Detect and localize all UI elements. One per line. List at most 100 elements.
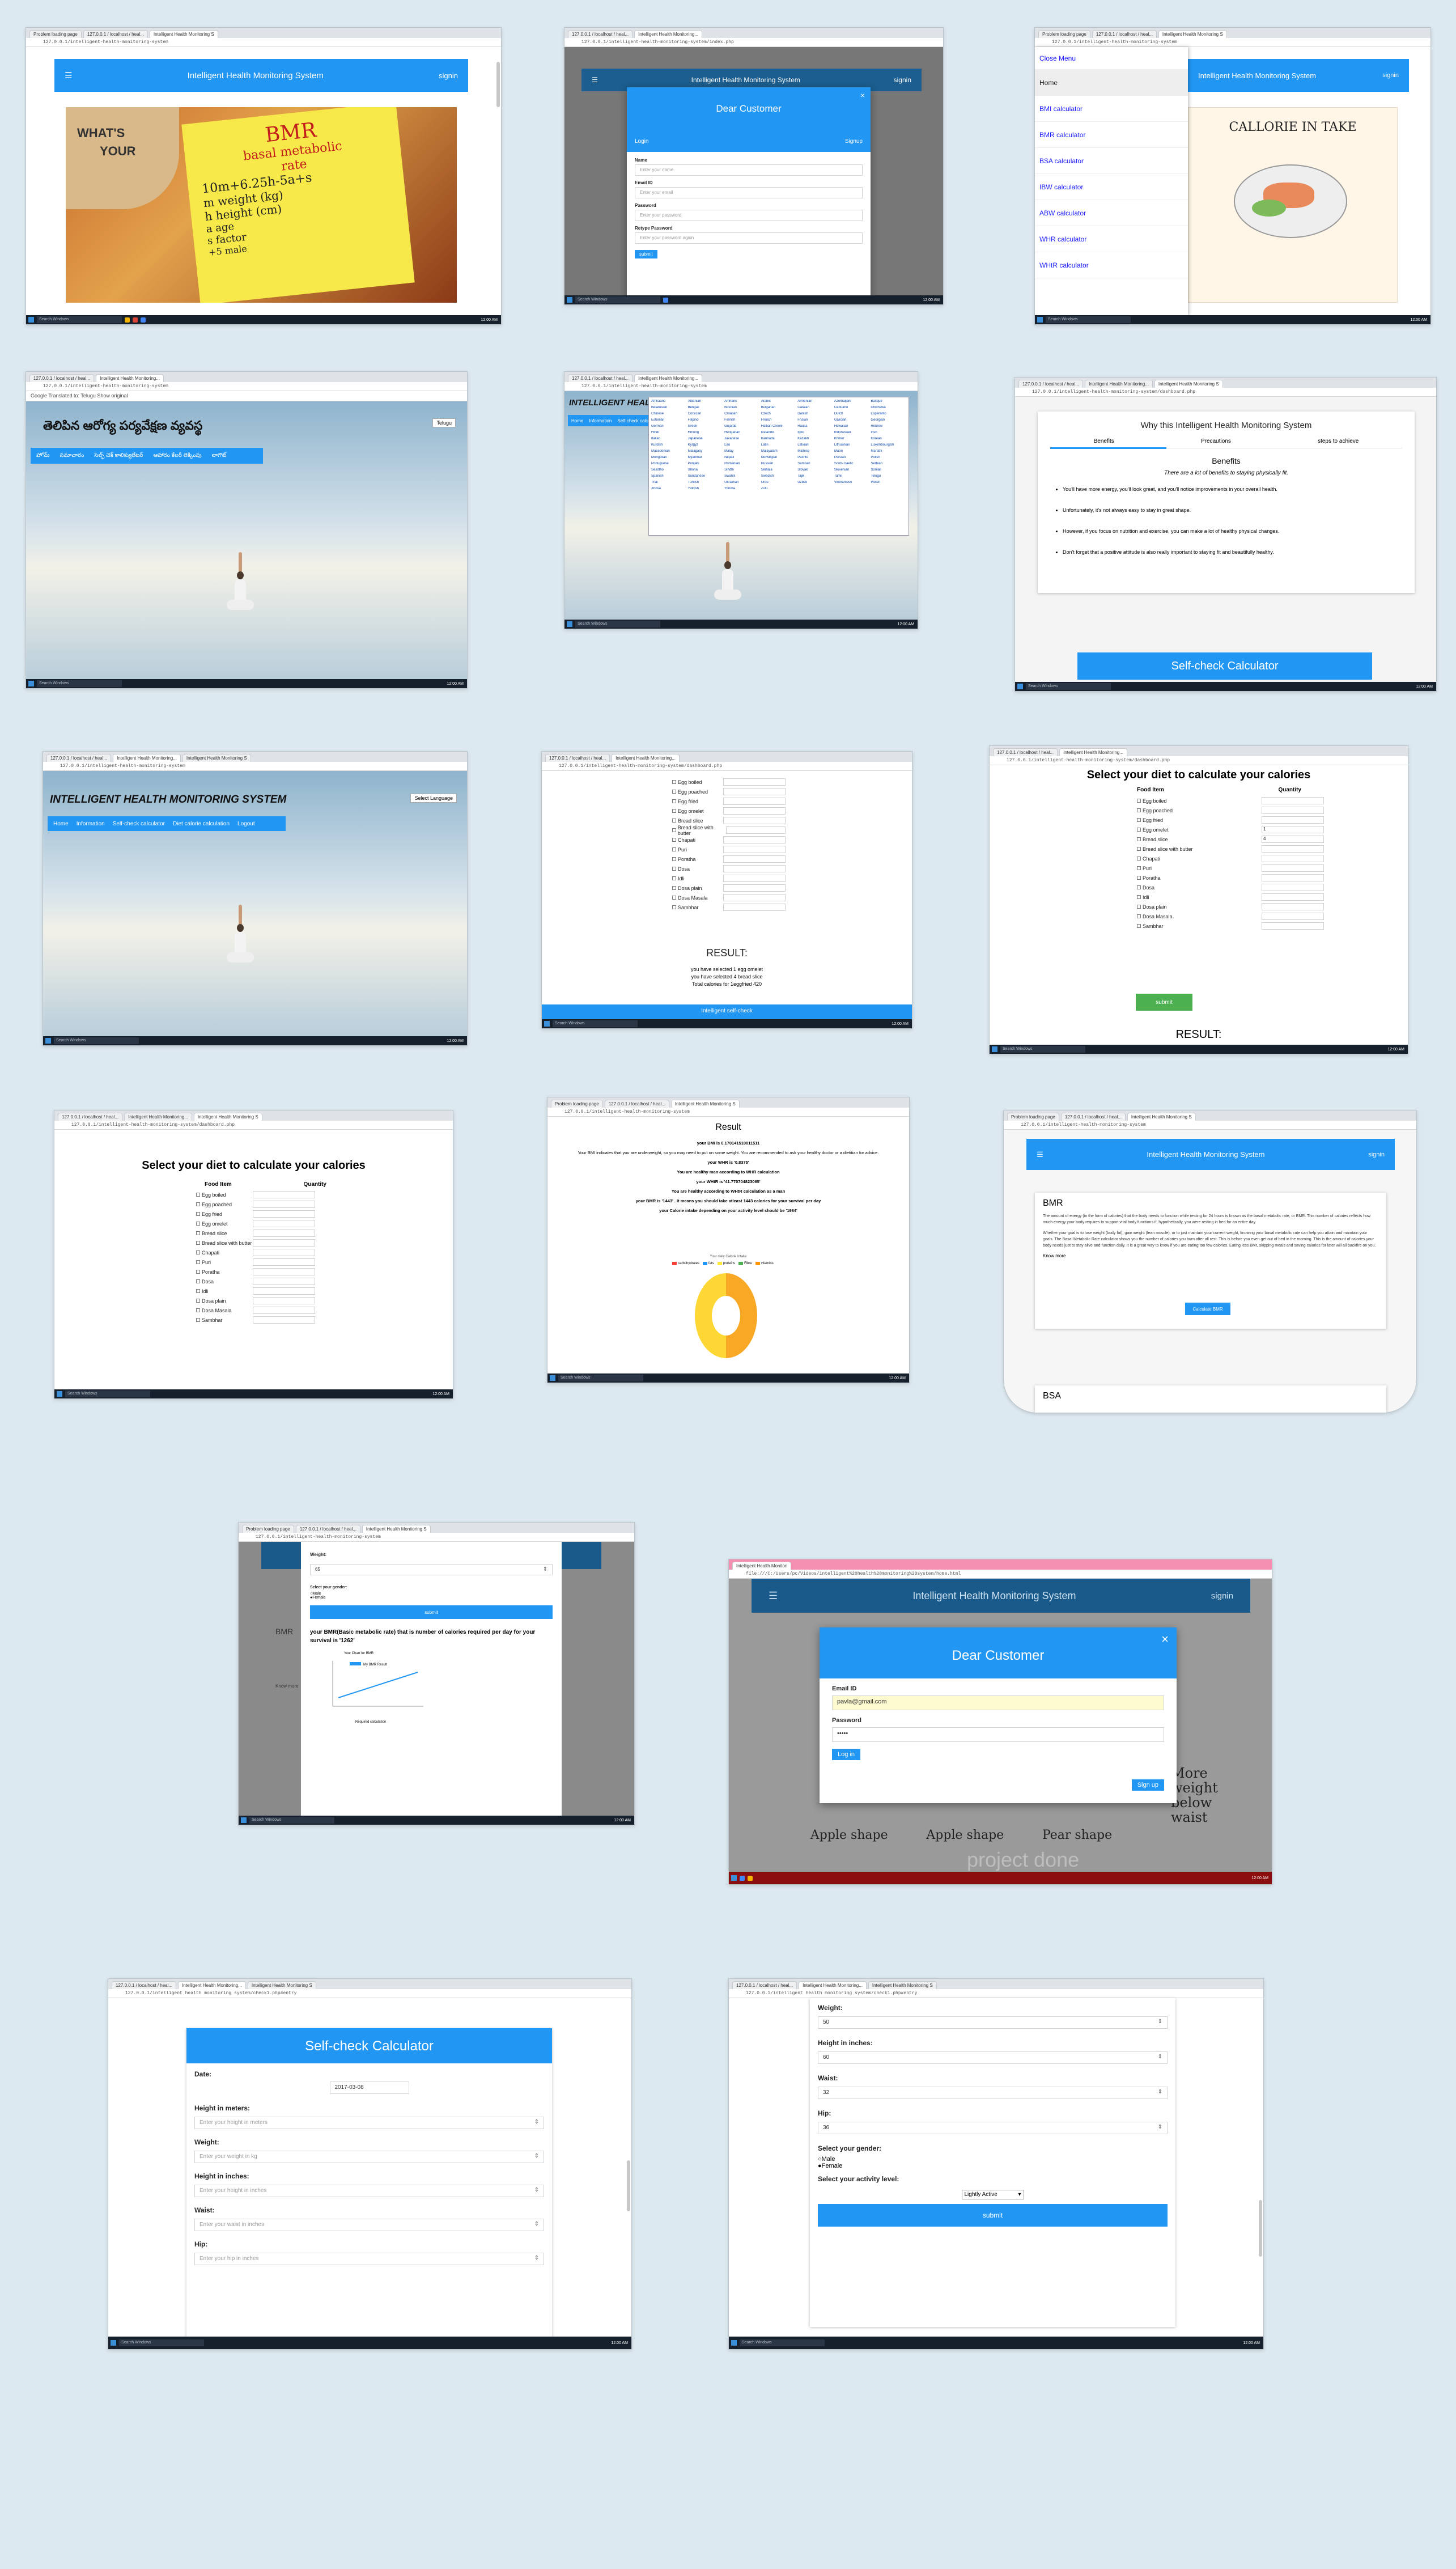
language-option[interactable]: Armenian [797,400,833,406]
nav-self-check[interactable]: Self-check calculator [113,821,165,827]
language-option[interactable]: Hebrew [871,425,906,431]
quantity-input[interactable] [253,1258,315,1266]
nav-self-check[interactable]: సెల్ఫ్ చెక్ కాలిక్యులేటర్ [94,452,143,460]
food-checkbox[interactable] [1137,818,1141,822]
password-field[interactable]: ••••• [832,1727,1164,1742]
signin-link[interactable]: signin [1368,1151,1385,1158]
taskbar-search[interactable]: Search Windows [54,1037,139,1044]
language-option[interactable]: Albanian [688,400,724,406]
language-option[interactable]: Norwegian [761,456,797,462]
food-checkbox[interactable] [672,867,676,871]
address-bar[interactable]: 127.0.0.1/intelligent-health-monitoring-… [26,382,467,391]
language-option[interactable]: Kazakh [797,437,833,443]
menu-icon[interactable]: ☰ [592,76,598,84]
browser-tab[interactable]: Problem loading page [1038,30,1090,38]
waist-field[interactable]: 32 ⇕ [818,2087,1168,2099]
language-option[interactable]: Sundanese [688,474,724,481]
language-option[interactable]: Marathi [871,450,906,456]
language-option[interactable]: Maori [834,450,870,456]
quantity-input[interactable] [253,1191,315,1198]
taskbar-search[interactable]: Search Windows [1000,1046,1085,1053]
browser-tab[interactable]: 127.0.0.1 / localhost / heal... [993,748,1058,756]
language-option[interactable]: Lao [724,443,760,450]
food-checkbox[interactable] [672,819,676,823]
language-option[interactable]: Chinese [651,412,687,418]
browser-tab[interactable]: Intelligent Health Monitoring S [1158,30,1227,38]
spinner-icon[interactable]: ⇕ [1158,2054,1162,2060]
nav-logout[interactable]: లాగౌట్ [212,452,227,460]
menu-item-bmr[interactable]: BMR calculator [1035,122,1188,148]
browser-tab[interactable]: 127.0.0.1 / localhost / heal... [1018,380,1084,388]
tab-steps[interactable]: steps to achieve [1318,438,1359,444]
language-option[interactable]: Filipino [688,418,724,425]
language-select[interactable]: Select Language [410,794,457,803]
password-field[interactable]: Enter your password [635,210,863,221]
language-option[interactable]: Spanish [651,474,687,481]
weight-field[interactable]: Enter your weight in kg ⇕ [194,2151,544,2163]
nav-diet[interactable]: ఆహారం కేలరీ లెక్కింపు [154,452,202,460]
gender-female[interactable]: ●Female [818,2163,1168,2169]
quantity-input[interactable] [723,894,786,901]
taskbar-search[interactable]: Search Windows [37,680,122,687]
browser-tab[interactable]: Intelligent Health Monitoring... [124,1113,192,1121]
address-bar[interactable]: 127.0.0.1/intelligent-health-monitoring-… [990,756,1408,765]
spinner-icon[interactable]: ⇕ [1158,2019,1162,2025]
language-option[interactable]: Haitian Creole [761,425,797,431]
quantity-input[interactable] [1262,884,1324,891]
quantity-input[interactable]: 4 [1262,836,1324,843]
browser-tab[interactable]: 127.0.0.1 / localhost / heal... [46,754,112,762]
windows-start-icon[interactable] [567,621,572,627]
language-option[interactable]: Macedonian [651,450,687,456]
quantity-input[interactable]: 1 [1262,826,1324,833]
food-checkbox[interactable] [1137,924,1141,928]
hip-field[interactable]: Enter your hip in inches ⇕ [194,2253,544,2265]
food-checkbox[interactable] [672,809,676,813]
language-option[interactable]: Portuguese [651,462,687,468]
language-option[interactable]: Xhosa [651,487,687,493]
signin-link[interactable]: signin [1211,1591,1233,1601]
language-option[interactable]: Latvian [797,443,833,450]
language-option[interactable]: Croatian [724,412,760,418]
quantity-input[interactable] [1262,816,1324,824]
tab-signup[interactable]: Signup [845,138,863,146]
browser-tab[interactable]: Intelligent Health Monitori [732,1562,792,1570]
language-option[interactable]: Kyrgyz [688,443,724,450]
address-bar[interactable]: 127.0.0.1/intelligent-health-monitoring-… [26,38,501,47]
food-checkbox[interactable] [196,1231,200,1235]
language-option[interactable]: Esperanto [871,412,906,418]
browser-tab[interactable]: Problem loading page [551,1100,603,1108]
language-option[interactable]: Nepali [724,456,760,462]
browser-tab[interactable]: 127.0.0.1 / localhost / heal... [29,374,95,382]
taskbar-search[interactable]: Search Windows [740,2339,825,2346]
language-option[interactable]: Samoan [797,462,833,468]
food-checkbox[interactable] [1137,857,1141,860]
address-bar[interactable]: 127.0.0.1/intelligent-health-monitoring-… [43,762,467,771]
food-checkbox[interactable] [1137,885,1141,889]
language-option[interactable]: Slovenian [834,468,870,474]
language-option[interactable]: Japanese [688,437,724,443]
tab-benefits[interactable]: Benefits [1094,438,1114,444]
quantity-input[interactable] [1262,903,1324,910]
quantity-input[interactable] [253,1316,315,1324]
food-checkbox[interactable] [1137,866,1141,870]
email-field[interactable]: pavla@gmail.com [832,1695,1164,1710]
taskbar-search[interactable]: Search Windows [553,1020,638,1027]
language-option[interactable]: Estonian [651,418,687,425]
app-icon[interactable] [141,317,146,323]
taskbar-search[interactable]: Search Windows [575,296,660,303]
language-option[interactable]: Kannada [761,437,797,443]
taskbar-search[interactable]: Search Windows [575,621,660,628]
quantity-input[interactable] [723,875,786,882]
quantity-input[interactable] [253,1220,315,1227]
language-option[interactable]: Romanian [724,462,760,468]
language-option[interactable]: Bengali [688,406,724,412]
taskbar-search[interactable]: Search Windows [558,1375,643,1381]
language-option[interactable]: Hungarian [724,431,760,437]
quantity-input[interactable] [253,1249,315,1256]
browser-tab[interactable]: Intelligent Health Monitoring S [149,30,218,38]
quantity-input[interactable] [723,836,786,843]
windows-start-icon[interactable] [1017,684,1023,689]
nav-information[interactable]: Information [77,821,105,827]
browser-tab[interactable]: Intelligent Health Monitoring S [1127,1113,1196,1121]
quantity-input[interactable] [723,817,786,824]
